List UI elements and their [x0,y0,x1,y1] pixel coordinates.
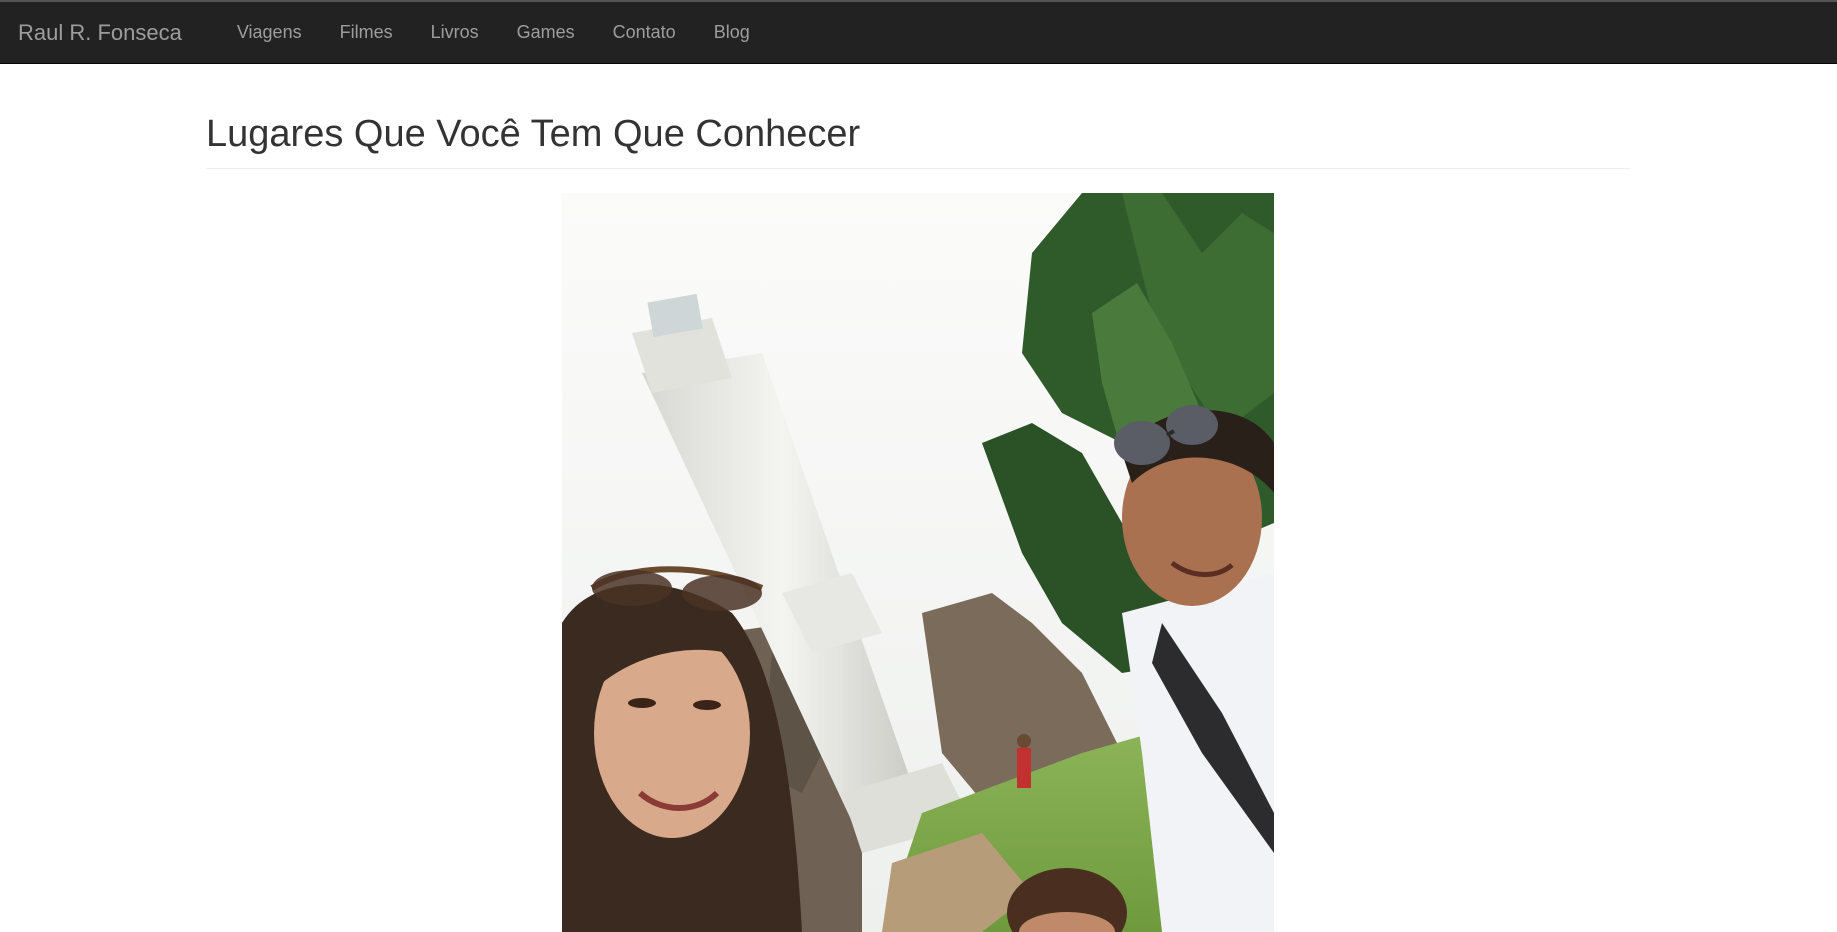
main-container: Lugares Que Você Tem Que Conhecer [206,64,1630,169]
page-title: Lugares Que Você Tem Que Conhecer [206,113,861,155]
nav-item-games[interactable]: Games [498,22,594,43]
top-navbar: Raul R. Fonseca Viagens Filmes Livros Ga… [0,0,1837,64]
nav-menu: Viagens Filmes Livros Games Contato Blog [218,22,769,43]
nav-item-contato[interactable]: Contato [594,22,695,43]
nav-item-viagens[interactable]: Viagens [218,22,321,43]
travel-photo-illustration [562,193,1274,932]
brand-link[interactable]: Raul R. Fonseca [0,20,200,46]
nav-item-filmes[interactable]: Filmes [321,22,412,43]
nav-item-blog[interactable]: Blog [695,22,769,43]
page-header: Lugares Que Você Tem Que Conhecer [206,113,1630,169]
nav-item-livros[interactable]: Livros [412,22,498,43]
travel-photo [562,193,1274,932]
